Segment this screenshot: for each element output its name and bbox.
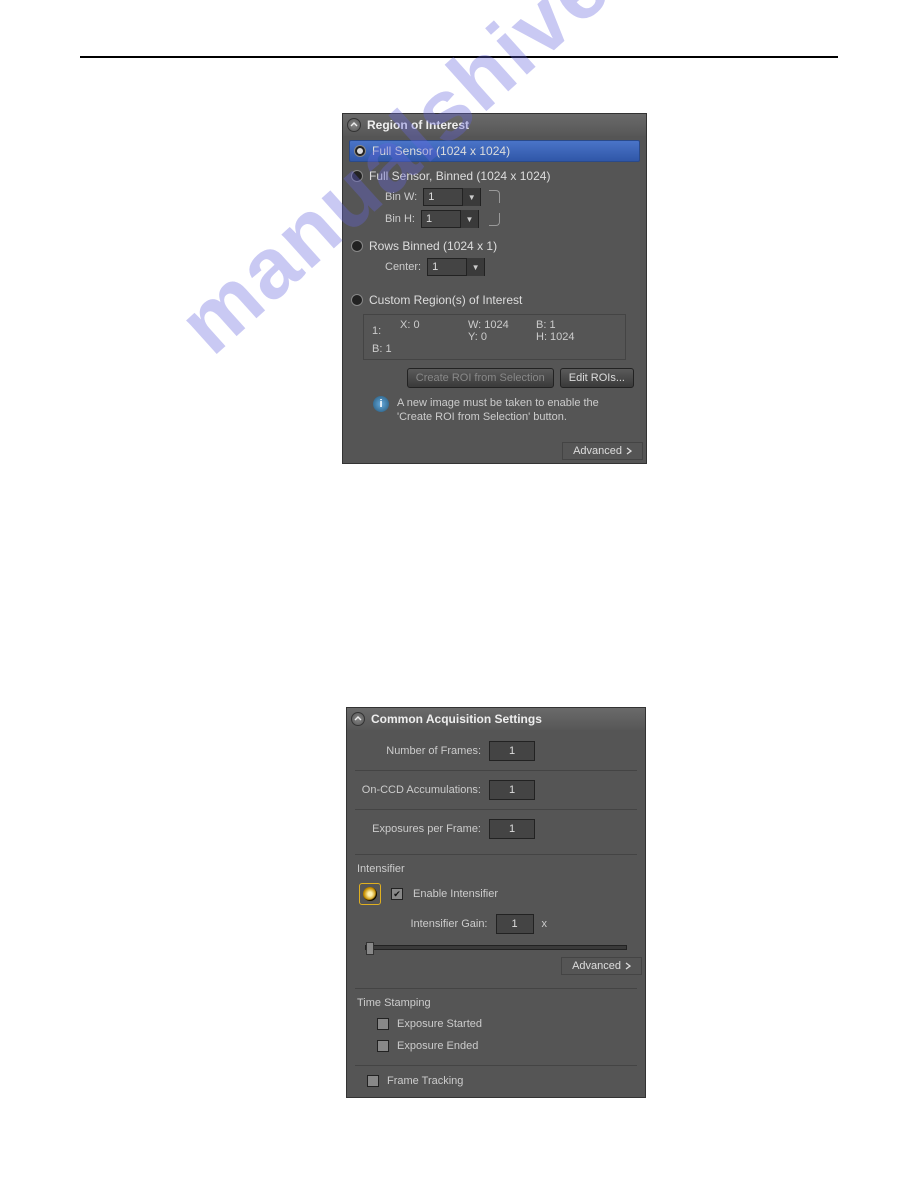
exposure-started-label: Exposure Started xyxy=(397,1018,482,1030)
center-label: Center: xyxy=(385,261,421,273)
chevron-right-icon xyxy=(625,962,631,970)
separator xyxy=(355,809,637,810)
chevron-down-icon[interactable]: ▼ xyxy=(462,188,480,206)
roi-option-label: Custom Region(s) of Interest xyxy=(369,293,522,307)
intensifier-gain-label: Intensifier Gain: xyxy=(410,918,487,930)
exposure-started-checkbox[interactable] xyxy=(377,1018,389,1030)
exposure-ended-checkbox[interactable] xyxy=(377,1040,389,1052)
roi-advanced-row: Advanced xyxy=(343,439,646,463)
center-value[interactable] xyxy=(428,261,466,273)
bin-w-value[interactable] xyxy=(424,191,462,203)
create-roi-button[interactable]: Create ROI from Selection xyxy=(407,368,554,388)
separator xyxy=(355,988,637,989)
link-icon[interactable] xyxy=(489,190,513,226)
bin-h-label: Bin H: xyxy=(385,213,415,225)
separator xyxy=(355,770,637,771)
accum-input[interactable] xyxy=(489,780,535,800)
radio-icon xyxy=(351,240,363,252)
exposures-input[interactable] xyxy=(489,819,535,839)
roi-option-custom[interactable]: Custom Region(s) of Interest xyxy=(343,290,646,310)
radio-icon xyxy=(351,170,363,182)
frames-input[interactable] xyxy=(489,741,535,761)
intensifier-gain-unit: x xyxy=(542,918,548,930)
enable-intensifier-label: Enable Intensifier xyxy=(413,888,498,900)
roi-panel-header[interactable]: Region of Interest xyxy=(343,114,646,136)
roi-option-full-sensor[interactable]: Full Sensor (1024 x 1024) xyxy=(349,140,640,162)
collapse-icon[interactable] xyxy=(351,712,365,726)
intensifier-gain-input[interactable] xyxy=(496,914,534,934)
accum-label: On-CCD Accumulations: xyxy=(362,784,481,796)
info-text: A new image must be taken to enable the … xyxy=(397,396,626,425)
separator xyxy=(355,854,637,855)
exposures-label: Exposures per Frame: xyxy=(372,823,481,835)
advanced-label: Advanced xyxy=(572,960,621,972)
radio-icon xyxy=(351,294,363,306)
exposure-ended-label: Exposure Ended xyxy=(397,1040,478,1052)
intensifier-status-icon xyxy=(359,883,381,905)
timestamping-group-label: Time Stamping xyxy=(347,993,645,1013)
center-combo[interactable]: ▼ xyxy=(427,258,485,276)
advanced-button[interactable]: Advanced xyxy=(562,442,643,460)
bin-h-combo[interactable]: ▼ xyxy=(421,210,479,228)
roi-option-label: Full Sensor, Binned (1024 x 1024) xyxy=(369,169,550,183)
horizontal-rule xyxy=(80,56,838,58)
custom-roi-table: 1: X: 0 W: 1024 B: 1 Y: 0 H: 1024 B: 1 xyxy=(363,314,626,360)
frame-tracking-label: Frame Tracking xyxy=(387,1075,463,1087)
slider-thumb[interactable] xyxy=(366,942,374,955)
acquisition-panel: Common Acquisition Settings Number of Fr… xyxy=(346,707,646,1098)
advanced-label: Advanced xyxy=(573,445,622,457)
roi-panel-title: Region of Interest xyxy=(367,118,469,132)
bin-w-label: Bin W: xyxy=(385,191,417,203)
roi-x: X: 0 xyxy=(400,319,460,331)
roi-h: H: 1024 xyxy=(536,331,576,343)
bin-h-value[interactable] xyxy=(422,213,460,225)
roi-index: 1: xyxy=(372,325,392,337)
frames-label: Number of Frames: xyxy=(386,745,481,757)
info-message: i A new image must be taken to enable th… xyxy=(343,390,646,433)
acquisition-panel-header[interactable]: Common Acquisition Settings xyxy=(347,708,645,730)
roi-option-label: Rows Binned (1024 x 1) xyxy=(369,239,497,253)
frame-tracking-checkbox[interactable] xyxy=(367,1075,379,1087)
chevron-right-icon xyxy=(626,447,632,455)
roi-option-full-sensor-binned[interactable]: Full Sensor, Binned (1024 x 1024) xyxy=(343,166,646,186)
advanced-button[interactable]: Advanced xyxy=(561,957,642,975)
acquisition-panel-title: Common Acquisition Settings xyxy=(371,712,542,726)
intensifier-group-label: Intensifier xyxy=(347,859,645,879)
roi-panel: Region of Interest Full Sensor (1024 x 1… xyxy=(342,113,647,464)
chevron-down-icon[interactable]: ▼ xyxy=(460,210,478,228)
roi-y: Y: 0 xyxy=(468,331,528,343)
roi-b2: B: 1 xyxy=(372,343,392,355)
roi-option-label: Full Sensor (1024 x 1024) xyxy=(372,144,510,158)
enable-intensifier-checkbox[interactable] xyxy=(391,888,403,900)
chevron-down-icon[interactable]: ▼ xyxy=(466,258,484,276)
intensifier-gain-slider[interactable] xyxy=(347,939,645,954)
radio-icon xyxy=(354,145,366,157)
separator xyxy=(355,1065,637,1066)
collapse-icon[interactable] xyxy=(347,118,361,132)
intensifier-advanced-row: Advanced xyxy=(347,954,645,978)
lens-icon xyxy=(363,887,377,901)
info-icon: i xyxy=(373,396,389,412)
edit-rois-button[interactable]: Edit ROIs... xyxy=(560,368,634,388)
roi-w: W: 1024 xyxy=(468,319,528,331)
roi-option-rows-binned[interactable]: Rows Binned (1024 x 1) xyxy=(343,236,646,256)
bin-w-combo[interactable]: ▼ xyxy=(423,188,481,206)
roi-b1: B: 1 xyxy=(536,319,576,331)
